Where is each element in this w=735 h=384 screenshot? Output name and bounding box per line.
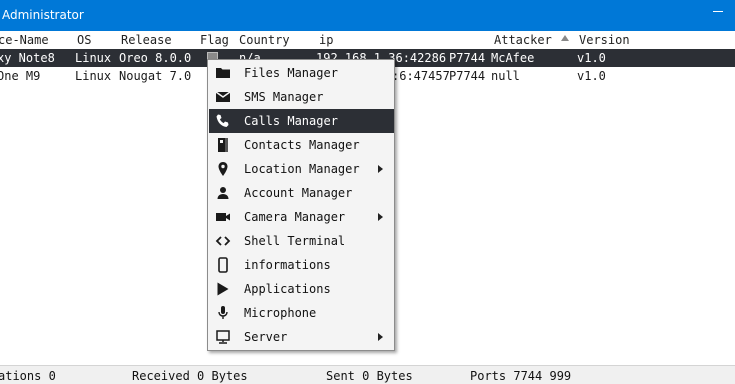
menu-item-label: Contacts Manager: [244, 138, 360, 152]
col-os[interactable]: OS: [77, 33, 91, 47]
menu-item-label: Location Manager: [244, 162, 360, 176]
map-pin-icon: [218, 162, 228, 176]
cell-device-name: One M9: [0, 69, 41, 83]
microphone-icon: [218, 306, 228, 319]
menu-item-server[interactable]: Server: [209, 325, 394, 349]
minimize-button[interactable]: [713, 11, 723, 12]
status-sent: Sent 0 Bytes: [326, 369, 413, 383]
menu-item-location-manager[interactable]: Location Manager: [209, 157, 394, 181]
envelope-icon: [215, 91, 231, 102]
menu-item-label: Camera Manager: [244, 210, 346, 224]
play-store-icon: [217, 282, 229, 296]
col-flag[interactable]: Flag: [200, 33, 229, 47]
menu-item-camera-manager[interactable]: Camera Manager: [209, 205, 394, 229]
col-release[interactable]: Release: [121, 33, 172, 47]
window-title: Administrator: [2, 8, 84, 22]
menu-item-applications[interactable]: Applications: [209, 277, 394, 301]
submenu-arrow-icon: [378, 165, 383, 173]
menu-item-label: Calls Manager: [244, 114, 338, 128]
col-attacker[interactable]: Attacker: [494, 33, 552, 47]
context-menu: Files Manager SMS Manager Calls Manager …: [207, 59, 395, 351]
col-ip[interactable]: ip: [319, 33, 333, 47]
menu-item-label: Microphone: [244, 306, 317, 320]
submenu-arrow-icon: [378, 213, 383, 221]
submenu-arrow-icon: [378, 333, 383, 341]
sort-ascending-icon[interactable]: [561, 35, 569, 41]
code-brackets-icon: [215, 236, 231, 246]
smartphone-icon: [218, 257, 228, 273]
cell-release: Oreo 8.0.0: [119, 51, 192, 65]
cell-attacker: McAfee: [491, 51, 535, 65]
menu-item-informations[interactable]: informations: [209, 253, 394, 277]
status-received: Received 0 Bytes: [132, 369, 248, 383]
status-ports: Ports 7744 999: [470, 369, 572, 383]
cell-port: P7744: [449, 51, 486, 65]
menu-item-label: Account Manager: [244, 186, 353, 200]
menu-item-label: Files Manager: [244, 66, 338, 80]
contacts-book-icon: [218, 138, 228, 152]
menu-item-files-manager[interactable]: Files Manager: [209, 61, 394, 85]
menu-item-sms-manager[interactable]: SMS Manager: [209, 85, 394, 109]
cell-os: Linux: [75, 69, 112, 83]
cell-os: Linux: [75, 51, 112, 65]
title-bar: Administrator: [0, 0, 735, 31]
menu-item-microphone[interactable]: Microphone: [209, 301, 394, 325]
cell-port: P7744: [449, 69, 486, 83]
computer-icon: [216, 330, 230, 344]
cell-release: Nougat 7.0: [119, 69, 192, 83]
menu-item-shell-terminal[interactable]: Shell Terminal: [209, 229, 394, 253]
folder-icon: [216, 68, 230, 78]
cell-ip: :6:47457: [392, 69, 450, 83]
table-header: ce-Name OS Release Flag Country ip Attac…: [0, 31, 735, 48]
menu-item-contacts-manager[interactable]: Contacts Manager: [209, 133, 394, 157]
cell-attacker: null: [491, 69, 520, 83]
menu-item-label: SMS Manager: [244, 90, 324, 104]
cell-device-name: xy Note8: [0, 51, 55, 65]
menu-item-label: Applications: [244, 282, 331, 296]
col-device-name[interactable]: ce-Name: [0, 33, 49, 47]
status-bar: ations 0 Received 0 Bytes Sent 0 Bytes P…: [0, 365, 735, 384]
menu-item-label: Shell Terminal: [244, 234, 346, 248]
menu-item-label: Server: [244, 330, 288, 344]
menu-item-calls-manager[interactable]: Calls Manager: [209, 109, 394, 133]
menu-item-label: informations: [244, 258, 331, 272]
video-camera-icon: [216, 213, 230, 221]
cell-version: v1.0: [577, 51, 606, 65]
status-connections: ations 0: [0, 369, 56, 383]
cell-version: v1.0: [577, 69, 606, 83]
menu-item-account-manager[interactable]: Account Manager: [209, 181, 394, 205]
col-version[interactable]: Version: [579, 33, 630, 47]
user-icon: [217, 187, 229, 199]
phone-icon: [216, 114, 229, 127]
col-country[interactable]: Country: [239, 33, 290, 47]
